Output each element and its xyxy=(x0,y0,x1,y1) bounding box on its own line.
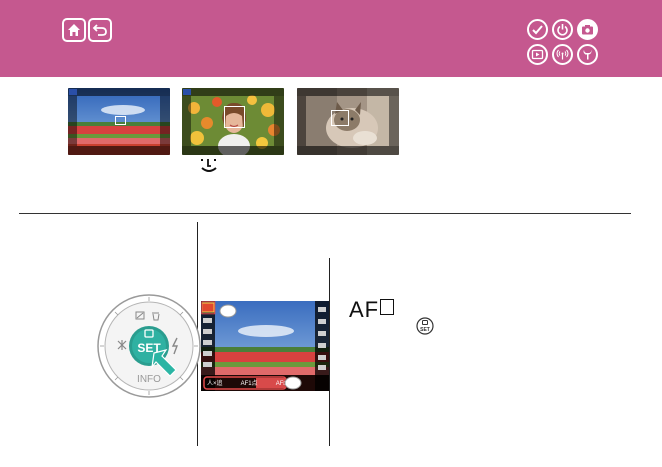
lcd-option-af-point[interactable]: AF1点 xyxy=(241,379,258,389)
hud-left xyxy=(297,96,306,146)
lcd-option-face-tracking[interactable]: 人×追 xyxy=(207,379,223,389)
column-divider-right xyxy=(329,258,330,446)
face-tracking-icon xyxy=(201,159,217,172)
home-icon xyxy=(68,24,80,36)
tools-icon xyxy=(583,50,592,60)
camera-icon xyxy=(582,25,593,35)
header-bar xyxy=(0,0,662,77)
portrait-thumbnail xyxy=(182,88,284,155)
back-icon xyxy=(92,24,107,36)
lcd-bottom-options: 人×追 AF1点 AF□ xyxy=(207,379,287,389)
set-button-icon: SET xyxy=(416,317,434,335)
camera-category-button[interactable] xyxy=(577,19,598,40)
wireless-icon xyxy=(556,49,569,60)
svg-text:INFO: INFO xyxy=(137,374,161,385)
wireless-category-button[interactable] xyxy=(552,44,573,65)
check-category-button[interactable] xyxy=(527,19,548,40)
hud-right xyxy=(160,96,170,146)
camera-lcd-screen: 人×追 AF1点 AF□ xyxy=(201,301,329,391)
hud-bottom xyxy=(68,146,170,155)
hud-top xyxy=(297,88,399,96)
hud-right xyxy=(274,96,284,146)
playback-icon xyxy=(531,49,544,60)
tools-category-button[interactable] xyxy=(577,44,598,65)
lcd-option-af-area[interactable]: AF□ xyxy=(276,379,287,389)
af-area-box-icon xyxy=(380,299,394,315)
face-frame xyxy=(224,106,245,128)
hud-right xyxy=(389,96,399,146)
power-category-button[interactable] xyxy=(552,19,573,40)
power-icon xyxy=(557,24,568,36)
hud-bottom xyxy=(182,146,284,155)
mode-indicator xyxy=(183,89,191,95)
home-button[interactable] xyxy=(62,18,86,42)
page: SET INFO 人×追 AF1点 AF□ AF SET xyxy=(0,0,662,467)
hud-top xyxy=(68,88,170,96)
hud-bottom xyxy=(297,146,399,155)
section-divider xyxy=(19,213,631,214)
mode-indicator xyxy=(69,89,77,95)
svg-text:SET: SET xyxy=(420,327,430,333)
hud-top xyxy=(182,88,284,96)
af-heading: AF xyxy=(349,297,380,322)
tracking-frame xyxy=(331,110,349,126)
hud-left xyxy=(182,96,191,146)
control-dial[interactable]: SET INFO xyxy=(96,293,202,399)
check-icon xyxy=(532,25,543,35)
lcd-preview xyxy=(201,301,329,391)
af-frame xyxy=(115,116,126,125)
hud-left xyxy=(68,96,77,146)
back-button[interactable] xyxy=(88,18,112,42)
cat-thumbnail xyxy=(297,88,399,155)
landscape-thumbnail xyxy=(68,88,170,155)
playback-category-button[interactable] xyxy=(527,44,548,65)
